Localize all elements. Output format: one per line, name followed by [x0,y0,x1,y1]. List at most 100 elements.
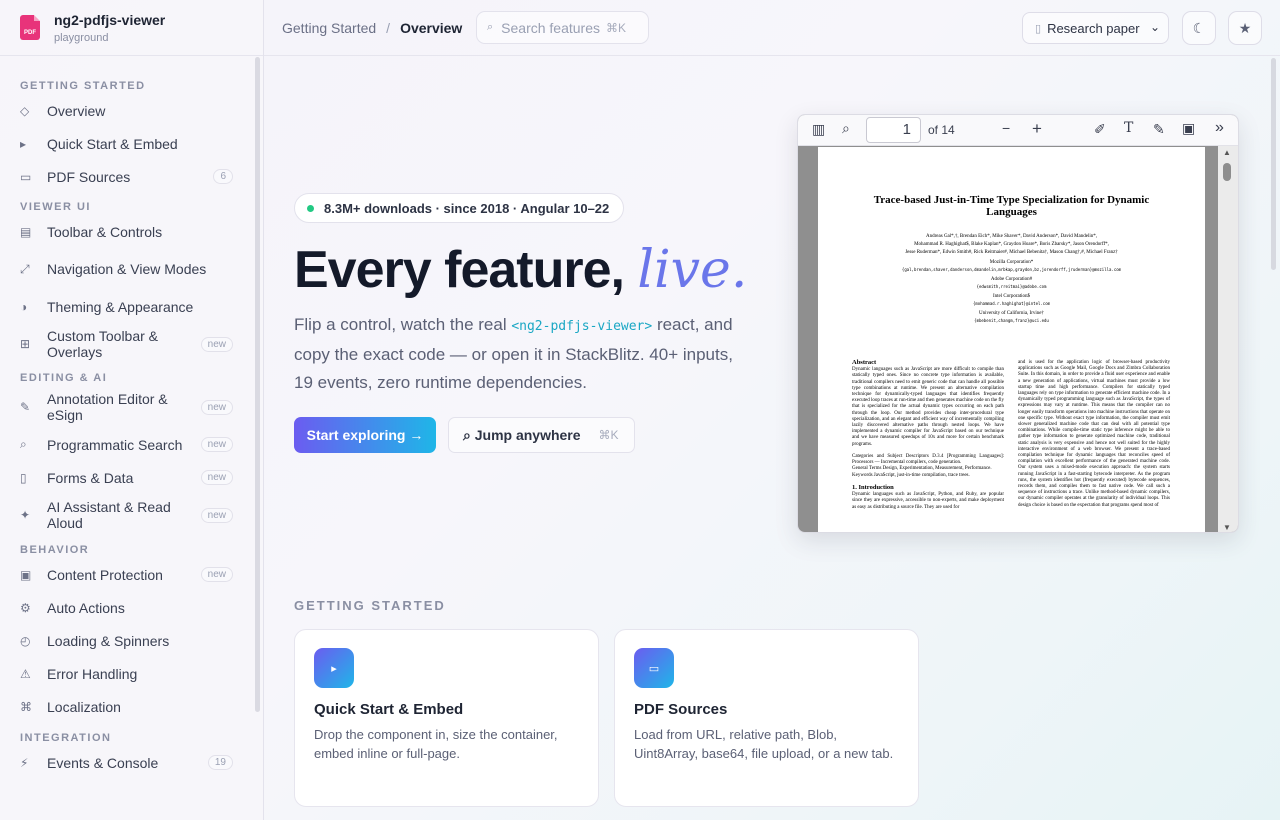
nav-icon: ▯ [20,470,27,485]
sidebar-item-programmatic-search[interactable]: ⌕ Programmatic Search new [20,428,263,461]
card-pdf-sources[interactable]: ▭ PDF Sources Load from URL, relative pa… [614,629,919,807]
hero-title-accent: live. [637,240,748,300]
scroll-down-icon[interactable]: ▼ [1223,523,1231,532]
document-select[interactable]: ▯ Research paper ⌄ [1022,12,1169,44]
pdf-scrollbar[interactable]: ▲ ▼ [1218,146,1238,532]
start-exploring-button[interactable]: Start exploring → [294,417,436,453]
paper-authors: Mohammad R. Haghighat$, Blake Kaplan*, G… [914,242,1109,247]
paper-title: Trace-based Just-in-Time Type Specializa… [873,194,1150,218]
sidebar-item-custom-toolbar-overlays[interactable]: ⊞ Custom Toolbar & Overlays new [20,323,263,365]
getting-started-heading: GETTING STARTED [294,598,446,613]
sidebar-item-toolbar-controls[interactable]: ▤ Toolbar & Controls [20,215,263,248]
downloads-pill: 8.3M+ downloads · since 2018 · Angular 1… [294,193,625,223]
sidebar-item-annotation-editor-esign[interactable]: ✎ Annotation Editor & eSign new [20,386,263,428]
sidebar-item-theming-appearance[interactable]: ◑ Theming & Appearance [20,290,263,323]
hero-subtitle: Flip a control, watch the real <ng2-pdfj… [294,315,733,392]
play-icon: ▸ [314,648,354,688]
paper-column-left: Abstract Dynamic languages such as JavaS… [852,359,1004,510]
brand-name: ng2-pdfjs-viewer [54,11,166,28]
nav-icon: ▸ [20,136,27,151]
star-icon: ★ [1238,19,1252,36]
topbar: Getting Started / Overview ⌕ Search featur… [264,0,1280,56]
text-tool-icon[interactable]: T [1124,120,1133,136]
pdf-page: Trace-based Just-in-Time Type Specializa… [818,147,1205,532]
scroll-up-icon[interactable]: ▲ [1223,148,1231,157]
sidebar-item-loading-spinners[interactable]: ◴ Loading & Spinners [20,624,263,657]
zoom-in-icon[interactable]: + [1032,119,1042,139]
more-tools-icon[interactable]: » [1215,119,1224,137]
component-tag: <ng2-pdfjs-viewer> [511,319,653,334]
nav-icon: ⌘ [20,699,32,714]
document-icon: ▯ [1035,22,1042,35]
sidebar-item-label: Forms & Data [47,469,134,486]
highlight-icon[interactable]: ✐ [1094,121,1106,138]
search-shortcut: ⌘K [606,20,627,35]
nav-icon: ⤢ [20,261,30,276]
sidebar-item-label: Localization [47,698,121,715]
nav-icon: ▭ [20,169,32,184]
paper-affiliation: University of California, Irvine† [979,311,1044,316]
sidebar-item-label: Theming & Appearance [47,298,194,315]
sidebar-item-label: AI Assistant & Read Aloud [47,499,171,531]
sidebar-item-label: Annotation Editor & eSign [47,391,168,423]
sidebar-item-events-console[interactable]: ⚡ Events & Console 19 [20,746,263,779]
page-count: of 14 [928,123,955,137]
sidebar-item-label: Custom Toolbar & Overlays [47,328,159,360]
page-number-input[interactable]: 1 [866,117,921,143]
count-badge: new [200,399,233,415]
nav-icon: ✎ [20,400,31,414]
sidebar-item-label: Toolbar & Controls [47,223,163,240]
star-button[interactable]: ★ [1228,11,1262,45]
pdf-logo-icon: PDF [20,15,40,40]
nav-icon: ✦ [20,508,31,522]
sidebar-item-label: Auto Actions [47,599,125,616]
nav-icon: ◑ [20,299,28,314]
sidebar-item-pdf-sources[interactable]: ▭ PDF Sources 6 [20,160,263,193]
breadcrumb-getting-started[interactable]: Getting Started [282,20,376,36]
count-badge: new [200,507,233,523]
sidebar-item-label: Loading & Spinners [47,632,170,649]
sidebar-item-label: Error Handling [47,665,138,682]
count-badge: new [200,567,233,582]
sidebar-item-overview[interactable]: ◇ Overview [20,94,263,127]
page-scrollbar[interactable] [1271,58,1276,270]
count-badge: new [200,470,233,485]
sidebar-item-content-protection[interactable]: ▣ Content Protection new [20,558,263,591]
count-badge: 6 [213,169,233,184]
image-icon[interactable]: ▣ [1182,120,1195,137]
brand[interactable]: PDF ng2-pdfjs-viewer playground [0,0,263,56]
find-icon[interactable]: ⌕ [842,120,850,137]
paper-authors: Jesse Ruderman*, Edwin Smith#, Rick Reit… [905,250,1118,255]
zoom-out-icon[interactable]: − [1002,120,1010,136]
sidebar-scrollbar[interactable] [255,57,260,712]
sidebar-item-auto-actions[interactable]: ⚙ Auto Actions [20,591,263,624]
breadcrumb-current: Overview [400,19,463,36]
nav-icon: ⚡ [20,755,29,770]
paper-email: {mohammad.r.haghighat}@intel.com [972,301,1051,306]
sidebar-item-navigation-view-modes[interactable]: ⤢ Navigation & View Modes [20,248,263,290]
theme-toggle-button[interactable]: ☾ [1182,11,1216,45]
sidebar-item-label: Events & Console [47,754,159,771]
sidebar-item-ai-assistant-read-aloud[interactable]: ✦ AI Assistant & Read Aloud new [20,494,263,536]
pdf-scroll-thumb[interactable] [1223,163,1231,181]
search-input[interactable]: ⌕ Search features ⌘K [476,11,649,44]
sidebar-item-error-handling[interactable]: ⚠ Error Handling [20,657,263,690]
jump-anywhere-button[interactable]: ⌕ Jump anywhere ⌘K [448,417,635,453]
sidebar-toggle-icon[interactable]: ▥ [812,121,825,138]
sidebar-section-title: INTEGRATION [20,732,112,744]
nav-icon: ⚠ [20,666,31,681]
nav-icon: ▣ [20,567,32,582]
card-quick-start[interactable]: ▸ Quick Start & Embed Drop the component… [294,629,599,807]
sidebar-item-localization[interactable]: ⌘ Localization [20,690,263,723]
paper-affiliation: Mozilla Corporation* [989,260,1034,265]
sidebar-item-forms-data[interactable]: ▯ Forms & Data new [20,461,263,494]
sidebar-section-title: GETTING STARTED [20,80,146,92]
sidebar-item-label: PDF Sources [47,168,131,185]
paper-column-right: and is used for the application logic of… [1018,360,1170,508]
paper-email: {edwsmith,rreitmai}@adobe.com [976,284,1047,289]
paper-authors: Andreas Gal*,†, Brendan Eich*, Mike Shav… [926,234,1097,239]
draw-icon[interactable]: ✎ [1153,121,1165,138]
sidebar-item-label: Navigation & View Modes [47,261,207,277]
sidebar-item-quick-start-embed[interactable]: ▸ Quick Start & Embed [20,127,263,160]
nav-icon: ⊞ [20,337,31,351]
